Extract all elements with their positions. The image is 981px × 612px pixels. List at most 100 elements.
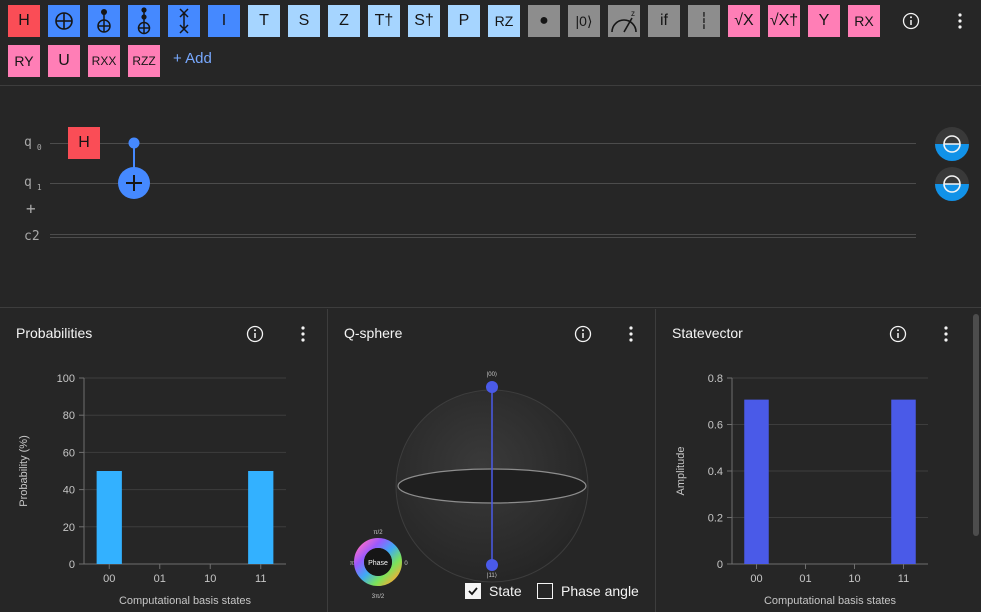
- double-controlled-not-icon: [137, 7, 151, 35]
- z-gate-label: Z: [339, 12, 349, 29]
- swap-icon: [179, 8, 189, 34]
- qsphere-panel: Q-sphere |00⟩ |11⟩ Phase π/2 π 0 3π/2 St…: [328, 309, 655, 612]
- h-gate[interactable]: H: [8, 5, 40, 37]
- cnot-gate-placed[interactable]: [116, 135, 152, 201]
- rz-gate[interactable]: RZ: [488, 5, 520, 37]
- gate-palette: H I T S Z T† S† P RZ ● |0⟩ z if ┆ √X √X†…: [0, 0, 981, 86]
- identity-gate[interactable]: I: [208, 5, 240, 37]
- prob-ytick-label: 40: [63, 485, 75, 497]
- s-gate-label: S: [298, 12, 310, 29]
- info-icon[interactable]: [571, 322, 595, 346]
- sv-ytick-label: 0.2: [708, 513, 723, 525]
- control-dot-gate[interactable]: ●: [528, 5, 560, 37]
- qubit-0-wire[interactable]: [50, 143, 916, 144]
- ry-gate-label: RY: [14, 53, 34, 69]
- cnot-gate[interactable]: [48, 5, 80, 37]
- classical-register-label: c2: [24, 229, 40, 244]
- prob-xtick-label: 00: [103, 573, 115, 585]
- state-label-11: |11⟩: [487, 572, 497, 579]
- t-gate-label: T: [259, 12, 269, 29]
- u-gate-label: U: [58, 52, 70, 69]
- scrollbar[interactable]: [973, 314, 979, 536]
- cnot-icon: [55, 12, 73, 30]
- measure-gate[interactable]: z: [608, 5, 640, 37]
- rzz-gate-label: RZZ: [132, 54, 156, 68]
- sv-ytick-label: 0.6: [708, 420, 723, 432]
- ccx-gate[interactable]: [128, 5, 160, 37]
- z-gate[interactable]: Z: [328, 5, 360, 37]
- measurement-icon: z: [611, 9, 637, 33]
- phase-angle-box[interactable]: [537, 583, 553, 599]
- statevector-title: Statevector: [672, 325, 743, 341]
- identity-gate-label: I: [221, 12, 227, 29]
- rzz-gate[interactable]: RZZ: [128, 45, 160, 77]
- sv-ytick-label: 0.8: [708, 373, 723, 385]
- p-gate-label: P: [458, 12, 470, 29]
- info-icon[interactable]: [899, 9, 923, 33]
- sv-xtick-label: 10: [848, 573, 860, 585]
- add-gate-button[interactable]: + Add: [173, 50, 212, 67]
- circuit-h-gate[interactable]: H: [68, 127, 100, 159]
- circuit-h-gate-label: H: [78, 134, 90, 151]
- state-checkbox[interactable]: State: [465, 583, 522, 599]
- tdg-gate[interactable]: T†: [368, 5, 400, 37]
- t-gate[interactable]: T: [248, 5, 280, 37]
- overflow-menu-icon[interactable]: [948, 9, 972, 33]
- qsphere-title: Q-sphere: [344, 325, 403, 341]
- qubit-1-index: 1: [36, 182, 42, 192]
- controlled-not-icon: [97, 9, 111, 33]
- qubit-0-state-icon[interactable]: [935, 127, 969, 161]
- prob-xtick-label: 10: [204, 573, 216, 585]
- u-gate[interactable]: U: [48, 45, 80, 77]
- qubit-0-label[interactable]: q0: [24, 135, 42, 152]
- state-check-icon[interactable]: [465, 583, 481, 599]
- probabilities-chart: 0 20 40 60 80 100 00 01 10 11Computational basis …: [18, 373, 286, 607]
- sv-bar-00: [744, 399, 769, 564]
- y-gate-label: Y: [818, 12, 830, 29]
- reset-gate-label: |0⟩: [575, 12, 593, 29]
- sx-gate[interactable]: √X: [728, 5, 760, 37]
- s-gate[interactable]: S: [288, 5, 320, 37]
- prob-ytick-label: 20: [63, 522, 75, 534]
- prob-ylabel: Probability (%): [18, 435, 30, 507]
- sv-ytick-label: 0.4: [708, 466, 723, 478]
- phase-angle-checkbox[interactable]: Phase angle: [537, 583, 639, 599]
- state-point-11[interactable]: [486, 559, 498, 571]
- rx-gate[interactable]: RX: [848, 5, 880, 37]
- sdg-gate[interactable]: S†: [408, 5, 440, 37]
- add-qubit-button[interactable]: +: [26, 199, 36, 218]
- info-icon[interactable]: [886, 322, 910, 346]
- qubit-1-label[interactable]: q1: [24, 175, 42, 192]
- probabilities-title: Probabilities: [16, 325, 93, 341]
- qubit-1-wire[interactable]: [50, 183, 916, 184]
- phase-wheel: Phase π/2 π 0 3π/2: [350, 530, 408, 600]
- state-label-00: |00⟩: [487, 371, 498, 378]
- barrier-icon: ┆: [699, 13, 709, 30]
- swap-gate[interactable]: [168, 5, 200, 37]
- overflow-menu-icon[interactable]: [291, 322, 315, 346]
- state-checkbox-label: State: [489, 583, 522, 599]
- y-gate[interactable]: Y: [808, 5, 840, 37]
- sv-xlabel: Computational basis states: [764, 595, 897, 607]
- classical-wire: [50, 234, 916, 238]
- toffoli-gate[interactable]: [88, 5, 120, 37]
- qubit-1-state-icon[interactable]: [935, 167, 969, 201]
- rxx-gate[interactable]: RXX: [88, 45, 120, 77]
- phase-tick-left: π: [350, 561, 354, 567]
- info-icon[interactable]: [243, 322, 267, 346]
- control-dot: [128, 137, 140, 149]
- tdg-gate-label: T†: [374, 12, 394, 29]
- overflow-menu-icon[interactable]: [934, 322, 958, 346]
- p-gate[interactable]: P: [448, 5, 480, 37]
- sxdg-gate[interactable]: √X†: [768, 5, 800, 37]
- prob-xtick-label: 01: [154, 573, 166, 585]
- barrier-gate[interactable]: ┆: [688, 5, 720, 37]
- reset-gate[interactable]: |0⟩: [568, 5, 600, 37]
- state-point-00[interactable]: [486, 381, 498, 393]
- rx-gate-label: RX: [854, 13, 874, 29]
- rz-gate-label: RZ: [494, 13, 514, 29]
- if-gate[interactable]: if: [648, 5, 680, 37]
- prob-ytick-label: 80: [63, 410, 75, 422]
- ry-gate[interactable]: RY: [8, 45, 40, 77]
- overflow-menu-icon[interactable]: [619, 322, 643, 346]
